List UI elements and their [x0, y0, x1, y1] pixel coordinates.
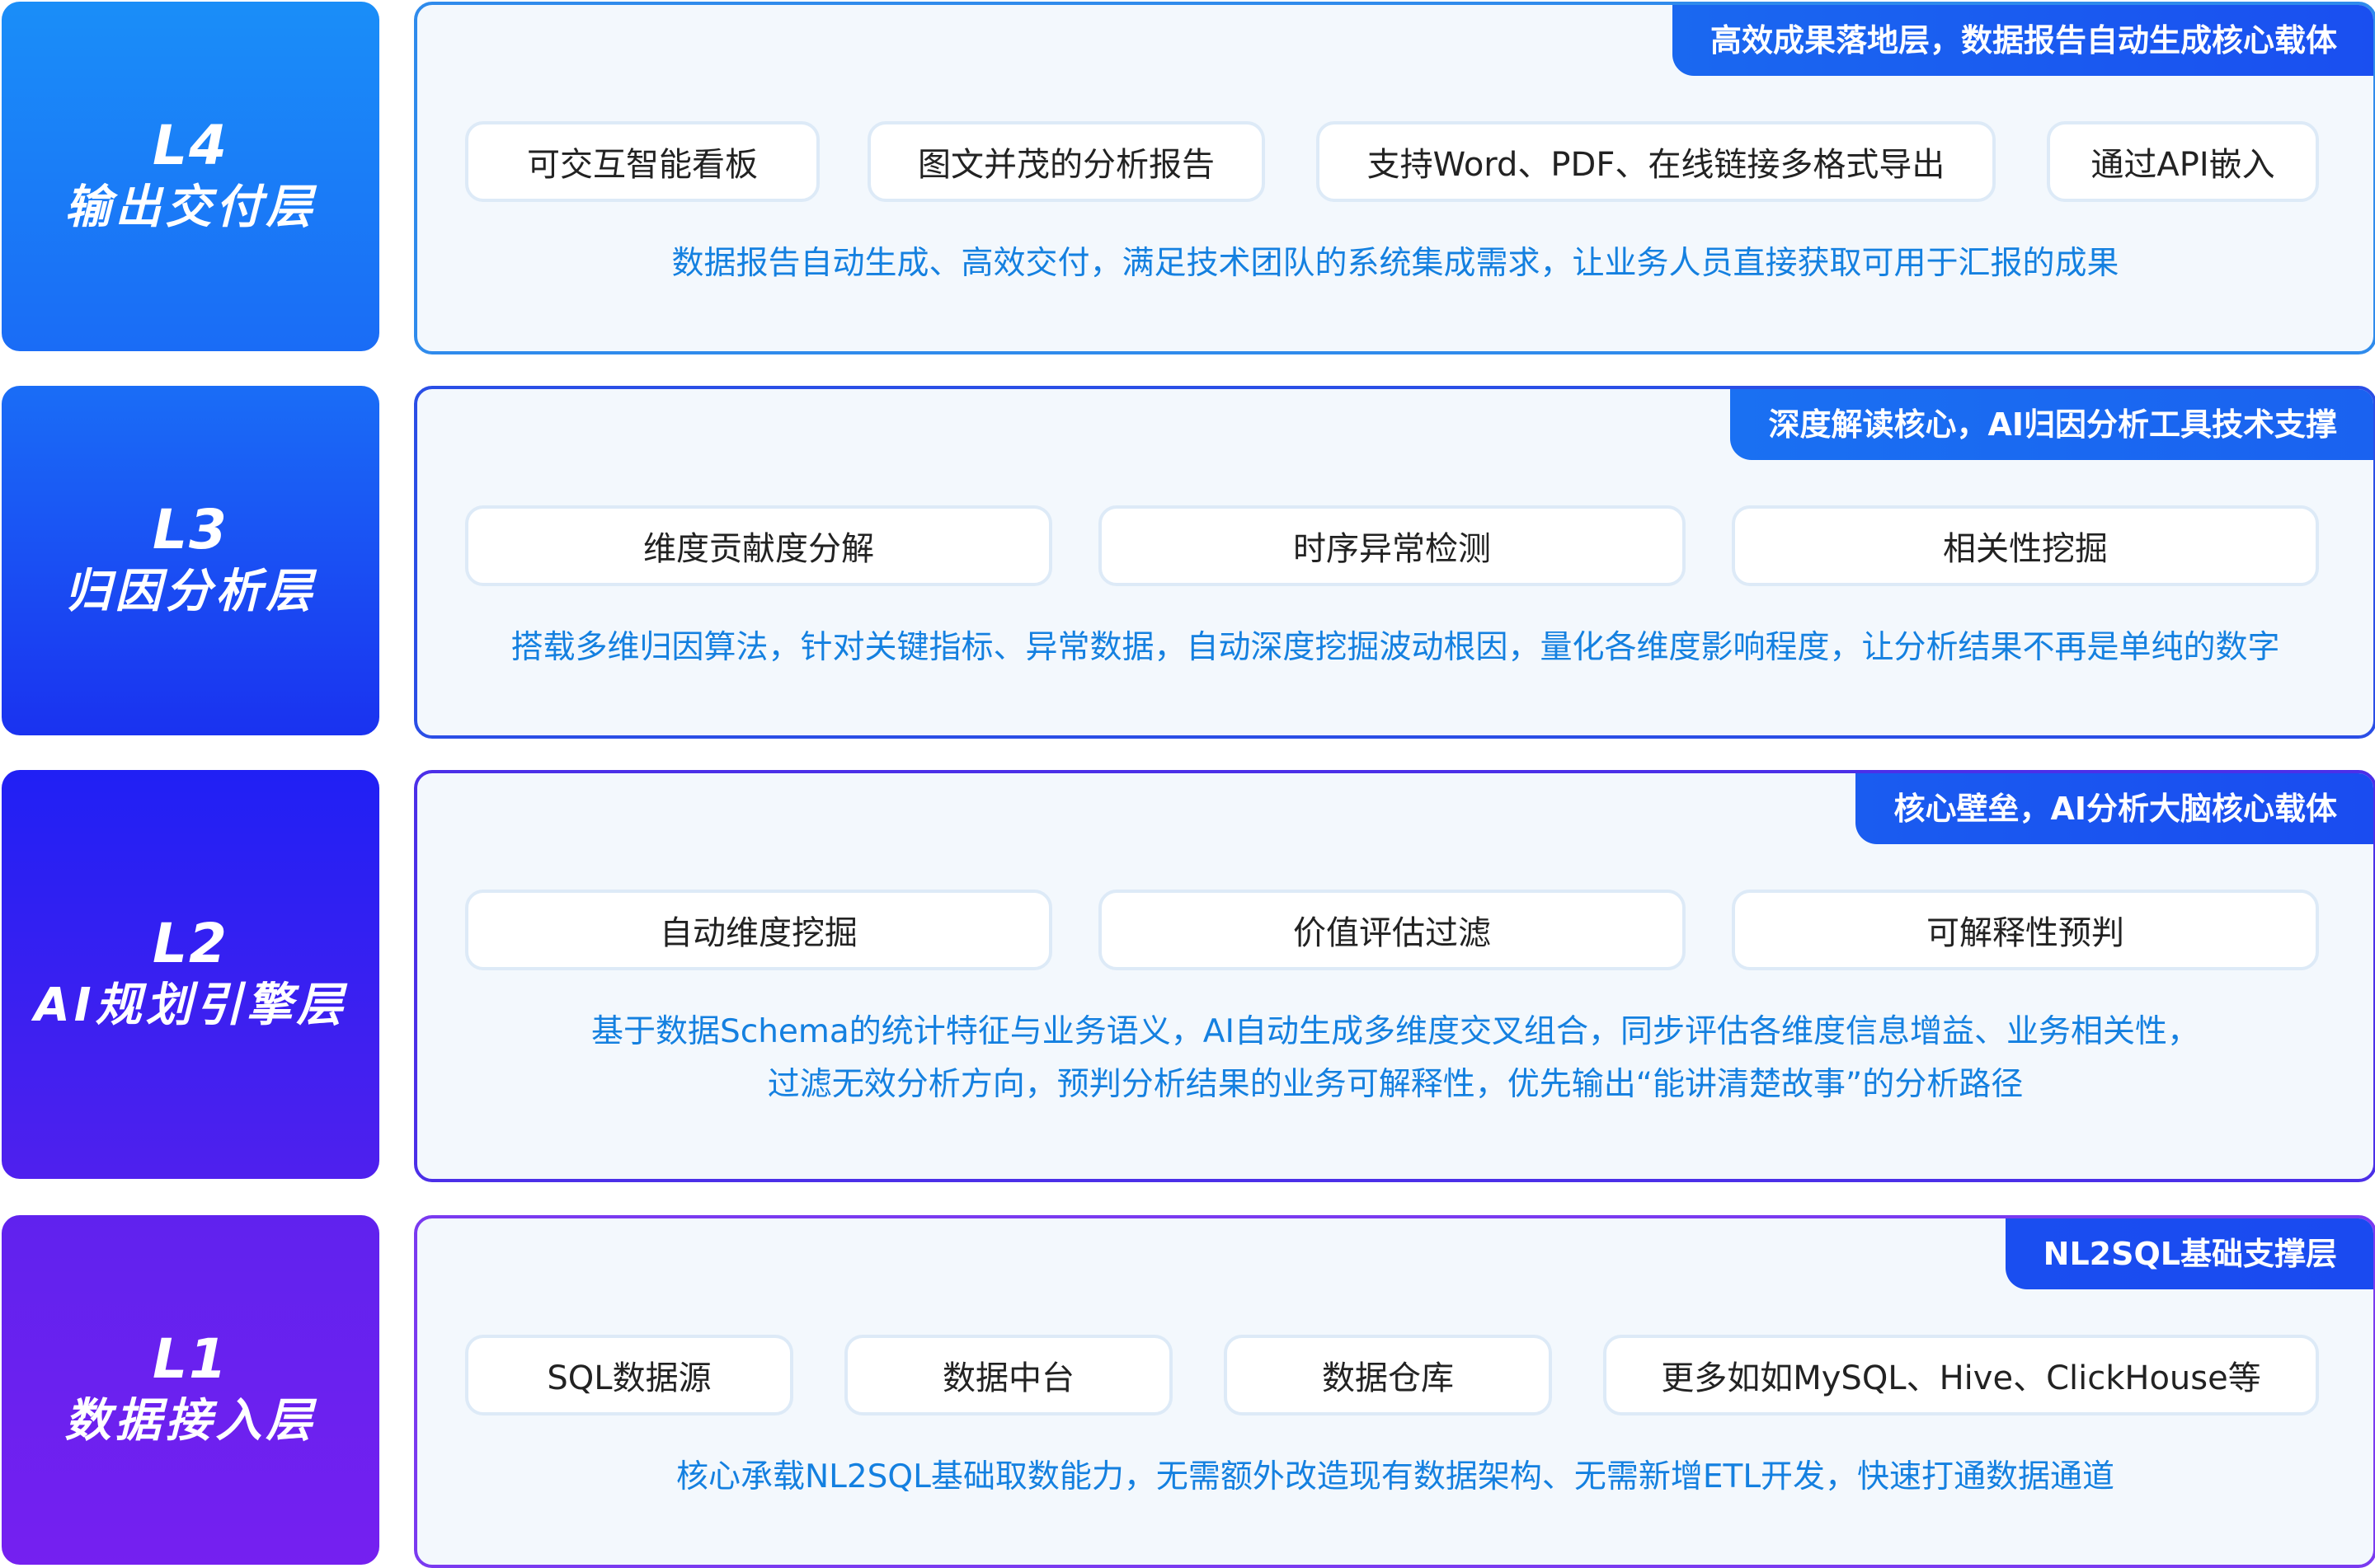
layer-label-box: L2 AI规划引擎层 — [2, 770, 379, 1179]
capability-item: 图文并茂的分析报告 — [868, 121, 1265, 202]
layer-code: L2 — [153, 912, 228, 975]
layer-panel: NL2SQL基础支撑层 SQL数据源 数据中台 数据仓库 更多如如MySQL、H… — [414, 1215, 2375, 1568]
layer-tag: 核心壁垒，AI分析大脑核心载体 — [1855, 773, 2373, 844]
capability-item: 数据仓库 — [1224, 1335, 1552, 1415]
capability-item: SQL数据源 — [465, 1335, 793, 1415]
layer-tag: 深度解读核心，AI归因分析工具技术支撑 — [1730, 389, 2373, 460]
layer-code: L3 — [153, 498, 228, 561]
layer-label-box: L3 归因分析层 — [2, 386, 379, 735]
capability-item: 相关性挖掘 — [1732, 505, 2319, 586]
layer-label-box: L1 数据接入层 — [2, 1215, 379, 1565]
layer-name: 输出交付层 — [64, 181, 317, 234]
capability-item: 维度贡献度分解 — [465, 505, 1052, 586]
capability-item: 可解释性预判 — [1732, 890, 2319, 970]
layer-panel: 高效成果落地层，数据报告自动生成核心载体 可交互智能看板 图文并茂的分析报告 支… — [414, 2, 2375, 354]
layer-label-box: L4 输出交付层 — [2, 2, 379, 351]
capability-item: 数据中台 — [844, 1335, 1173, 1415]
layer-name: AI规划引擎层 — [34, 979, 347, 1032]
capability-item: 可交互智能看板 — [465, 121, 820, 202]
layer-description: 基于数据Schema的统计特征与业务语义，AI自动生成多维度交叉组合，同步评估各… — [591, 1013, 2199, 1050]
layer-code: L1 — [153, 1327, 228, 1391]
layer-panel: 深度解读核心，AI归因分析工具技术支撑 维度贡献度分解 时序异常检测 相关性挖掘… — [414, 386, 2375, 739]
layer-name: 归因分析层 — [64, 565, 317, 618]
layer-description: 搭载多维归因算法，针对关键指标、异常数据，自动深度挖掘波动根因，量化各维度影响程… — [510, 629, 2280, 666]
layer-panel: 核心壁垒，AI分析大脑核心载体 自动维度挖掘 价值评估过滤 可解释性预判 基于数… — [414, 770, 2375, 1182]
layer-tag: 高效成果落地层，数据报告自动生成核心载体 — [1672, 5, 2373, 76]
layer-code: L4 — [153, 114, 228, 177]
layer-tag: NL2SQL基础支撑层 — [2005, 1218, 2373, 1289]
capability-item: 价值评估过滤 — [1098, 890, 1686, 970]
layer-description: 数据报告自动生成、高效交付，满足技术团队的系统集成需求，让业务人员直接获取可用于… — [671, 245, 2119, 282]
capability-item: 支持Word、PDF、在线链接多格式导出 — [1316, 121, 1996, 202]
capability-item: 通过API嵌入 — [2047, 121, 2319, 202]
capability-item: 时序异常检测 — [1098, 505, 1686, 586]
layer-description: 核心承载NL2SQL基础取数能力，无需额外改造现有数据架构、无需新增ETL开发，… — [675, 1458, 2115, 1495]
capability-item: 自动维度挖掘 — [465, 890, 1052, 970]
layer-description: 过滤无效分析方向，预判分析结果的业务可解释性，优先输出“能讲清楚故事”的分析路径 — [767, 1066, 2024, 1103]
capability-item: 更多如如MySQL、Hive、ClickHouse等 — [1603, 1335, 2319, 1415]
layer-name: 数据接入层 — [64, 1394, 317, 1448]
